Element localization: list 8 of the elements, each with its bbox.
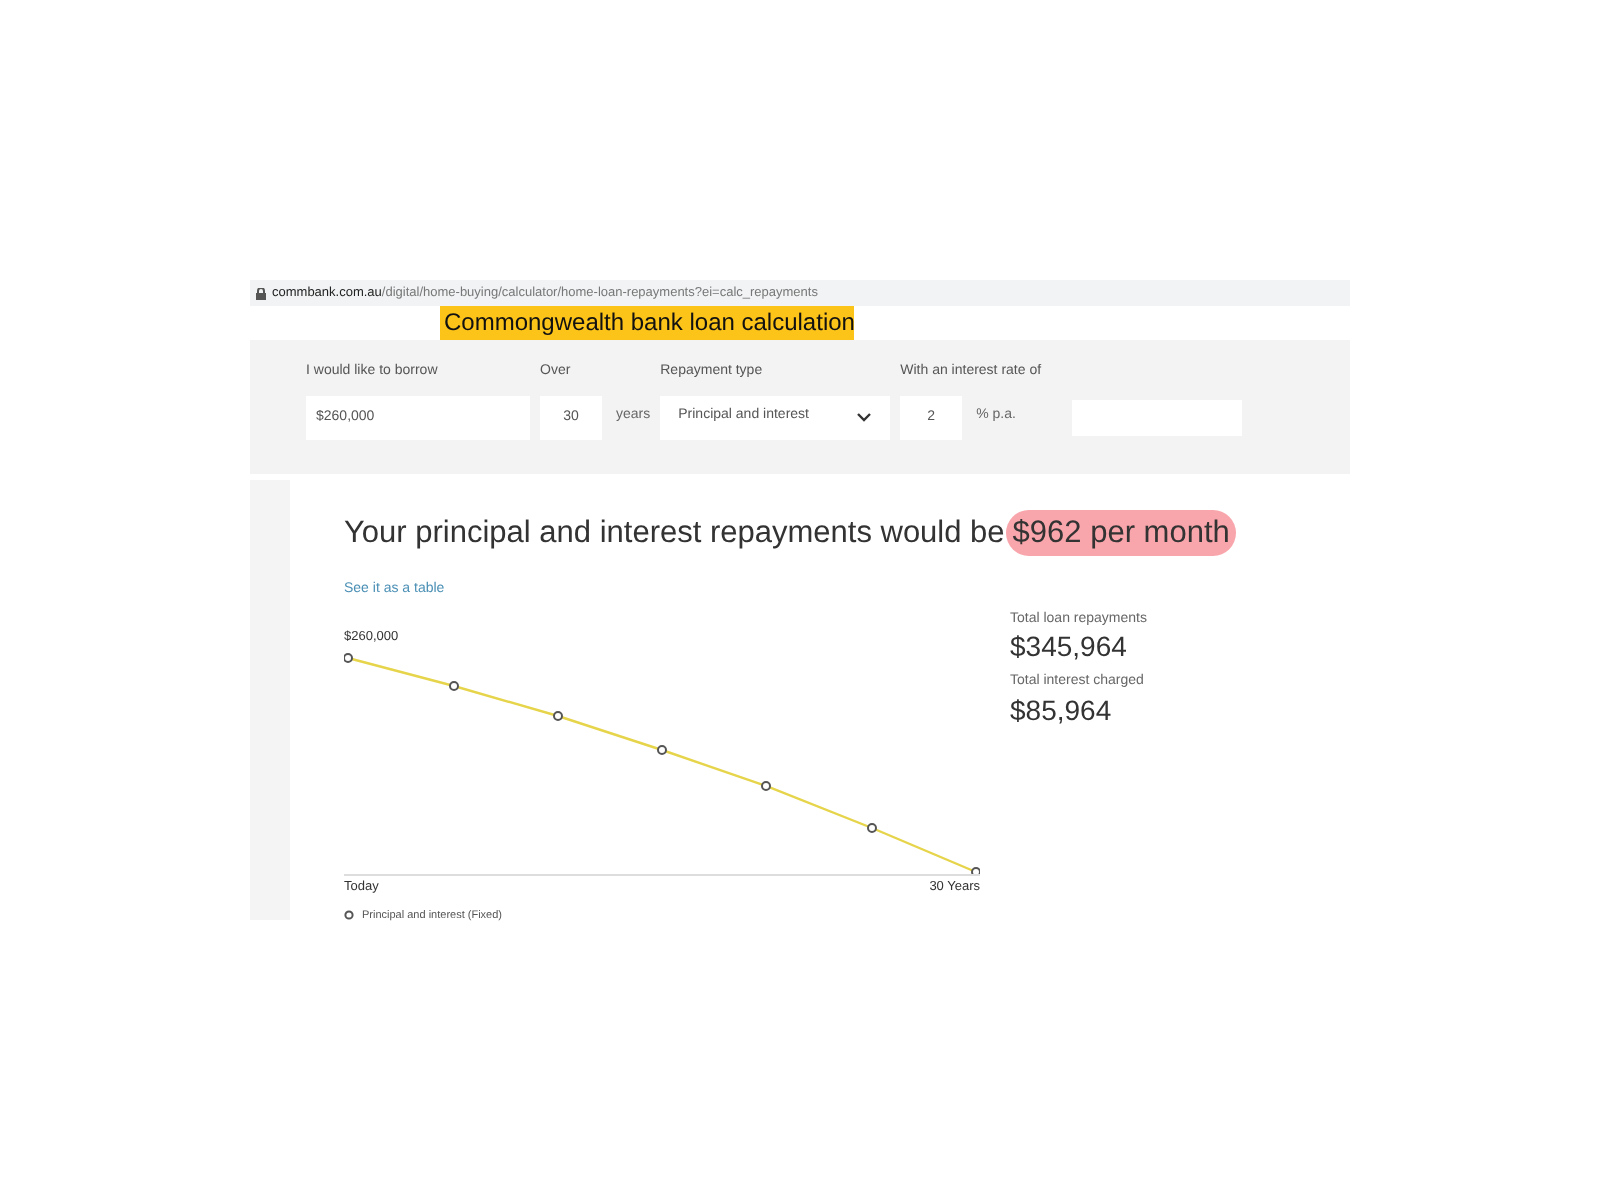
total-amount: $345,964 xyxy=(1010,630,1129,663)
chevron-down-icon xyxy=(856,412,873,422)
highlighted-amount: $962 per month xyxy=(1006,510,1236,557)
result-sentence: Your principal and interest repayments would be xyxy=(344,514,1005,554)
legend-marker-icon xyxy=(344,910,354,921)
lock-icon xyxy=(256,287,266,299)
total-amount: $85,964 xyxy=(1010,693,1114,726)
caption-label: Commongwealth bank loan calculation xyxy=(440,306,854,340)
